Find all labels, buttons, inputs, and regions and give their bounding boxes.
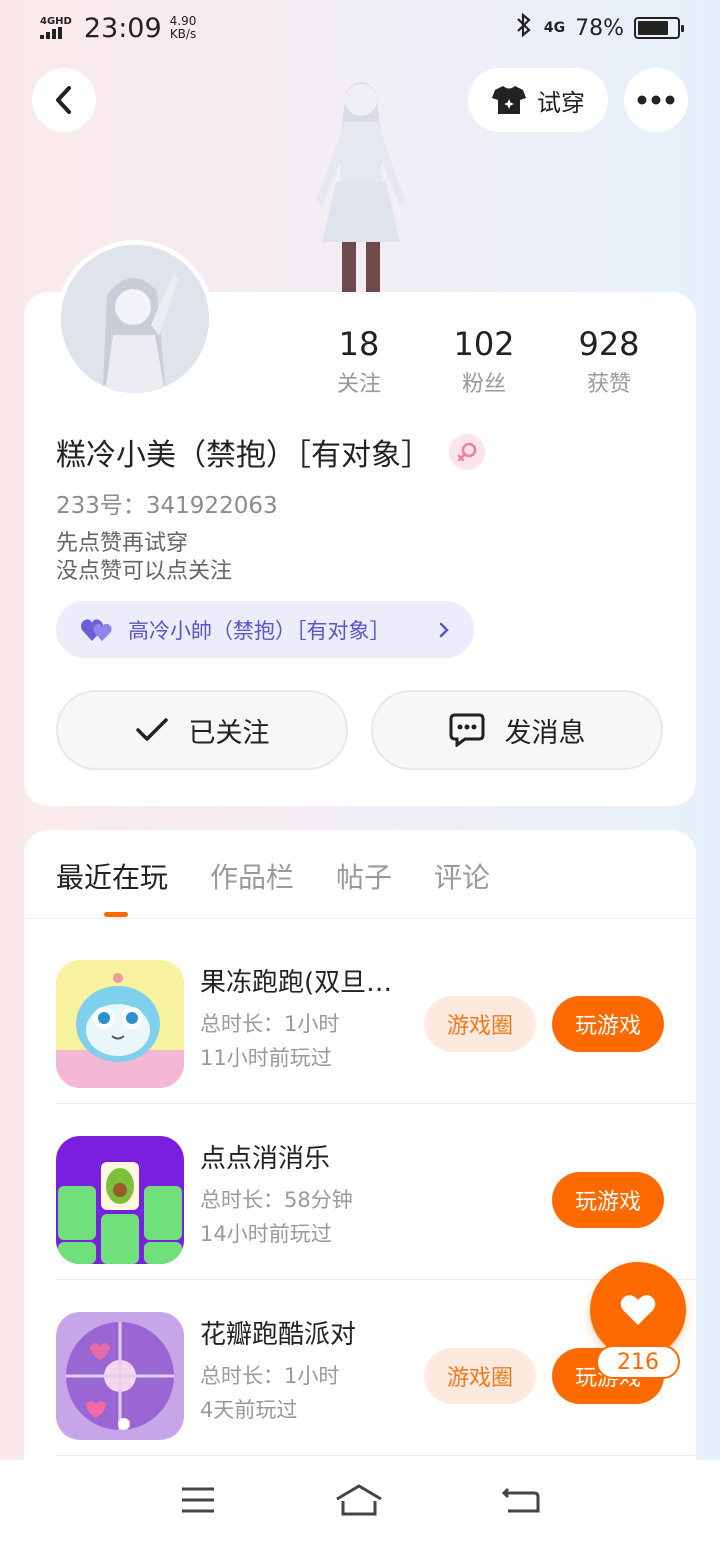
tab-recently-played[interactable]: 最近在玩: [56, 856, 168, 896]
avatar[interactable]: [56, 240, 214, 398]
tab-comments[interactable]: 评论: [434, 856, 490, 896]
stat-likes[interactable]: 928 获赞: [554, 324, 664, 398]
game-circle-button[interactable]: 游戏圈: [424, 996, 536, 1052]
stat-fans[interactable]: 102 粉丝: [429, 324, 539, 398]
play-game-button[interactable]: 玩游戏: [552, 996, 664, 1052]
tab-works[interactable]: 作品栏: [210, 856, 294, 896]
back-button[interactable]: [32, 68, 96, 132]
back-arrow-icon: [56, 86, 71, 114]
game-row[interactable]: 点点消消乐 总时长：58分钟 14小时前玩过 玩游戏: [56, 1104, 696, 1280]
followed-label: 已关注: [188, 717, 270, 749]
activity-card: 最近在玩 作品栏 帖子 评论 果冻跑跑(双旦… 总时长：1小时 11小时前玩过 …: [24, 830, 696, 1544]
username-row: 糕冷小美（禁抱）［有对象］: [56, 430, 485, 474]
more-button[interactable]: [624, 68, 688, 132]
tshirt-icon: [492, 86, 526, 114]
message-label: 发消息: [504, 717, 586, 749]
game-last-played: 11小时前玩过: [200, 1046, 332, 1070]
game-icon-jelly-run[interactable]: [56, 960, 184, 1088]
heart-icon: [620, 1295, 656, 1325]
chevron-right-icon: [439, 622, 449, 637]
partner-name: 高冷小帥（禁抱）［有对象］: [128, 618, 391, 643]
tryon-label: 试穿: [537, 88, 585, 117]
user-id: 233号：341922063: [56, 493, 278, 519]
game-duration: 总时长：58分钟: [200, 1188, 353, 1212]
game-last-played: 14小时前玩过: [200, 1222, 332, 1246]
menu-icon[interactable]: [180, 1485, 216, 1519]
tab-posts[interactable]: 帖子: [336, 856, 392, 896]
send-message-button[interactable]: 发消息: [371, 690, 663, 770]
username: 糕冷小美（禁抱）［有对象］: [56, 438, 431, 473]
tryon-button[interactable]: 试穿: [468, 68, 608, 132]
play-game-button[interactable]: 玩游戏: [552, 1172, 664, 1228]
more-dots-icon: [637, 95, 675, 105]
stat-following[interactable]: 18 关注: [304, 324, 414, 398]
home-icon[interactable]: [335, 1483, 383, 1521]
battery-percent: 78%: [575, 15, 624, 41]
like-button[interactable]: [590, 1262, 686, 1358]
game-duration: 总时长：1小时: [200, 1012, 340, 1036]
back-nav-icon[interactable]: [502, 1485, 540, 1519]
partner-link[interactable]: 高冷小帥（禁抱）［有对象］: [56, 601, 474, 658]
game-row[interactable]: 果冻跑跑(双旦… 总时长：1小时 11小时前玩过 游戏圈 玩游戏: [56, 928, 696, 1104]
game-circle-button[interactable]: 游戏圈: [424, 1348, 536, 1404]
couple-heart-icon: [81, 618, 112, 641]
signal-indicator: 4GHD: [40, 17, 72, 39]
divider: [24, 918, 696, 919]
avatar-character-figure: [296, 72, 426, 292]
status-bar: 4GHD 23:09 4.90 KB/s 4G 78%: [0, 0, 720, 56]
game-last-played: 4天前玩过: [200, 1398, 298, 1422]
checkmark-icon: [135, 718, 168, 741]
game-icon-petal-parkour[interactable]: [56, 1312, 184, 1440]
game-row[interactable]: 花瓣跑酷派对 总时长：1小时 4天前玩过 游戏圈 玩游戏: [56, 1280, 696, 1456]
profile-tabs: 最近在玩 作品栏 帖子 评论: [56, 856, 490, 896]
network-4g: 4G: [543, 20, 566, 36]
profile-stats: 18 关注 102 粉丝 928 获赞: [304, 324, 664, 398]
game-icon-tap-match[interactable]: [56, 1136, 184, 1264]
bluetooth-icon: [514, 12, 534, 44]
followed-button[interactable]: 已关注: [56, 690, 348, 770]
tab-active-indicator: [104, 912, 128, 917]
game-title: 果冻跑跑(双旦…: [200, 968, 393, 998]
network-speed: 4.90 KB/s: [169, 14, 197, 41]
like-count: 216: [596, 1345, 680, 1379]
chat-bubble-icon: [449, 713, 484, 747]
system-nav-bar: [0, 1460, 720, 1544]
female-gender-icon: [449, 434, 485, 470]
game-title: 点点消消乐: [200, 1144, 331, 1174]
game-title: 花瓣跑酷派对: [200, 1320, 357, 1350]
clock: 23:09: [83, 12, 162, 44]
bio: 先点赞再试穿 没点赞可以点关注: [56, 531, 233, 584]
game-duration: 总时长：1小时: [200, 1364, 340, 1388]
battery-icon: [634, 17, 684, 39]
network-type: 4GHD: [40, 16, 72, 27]
